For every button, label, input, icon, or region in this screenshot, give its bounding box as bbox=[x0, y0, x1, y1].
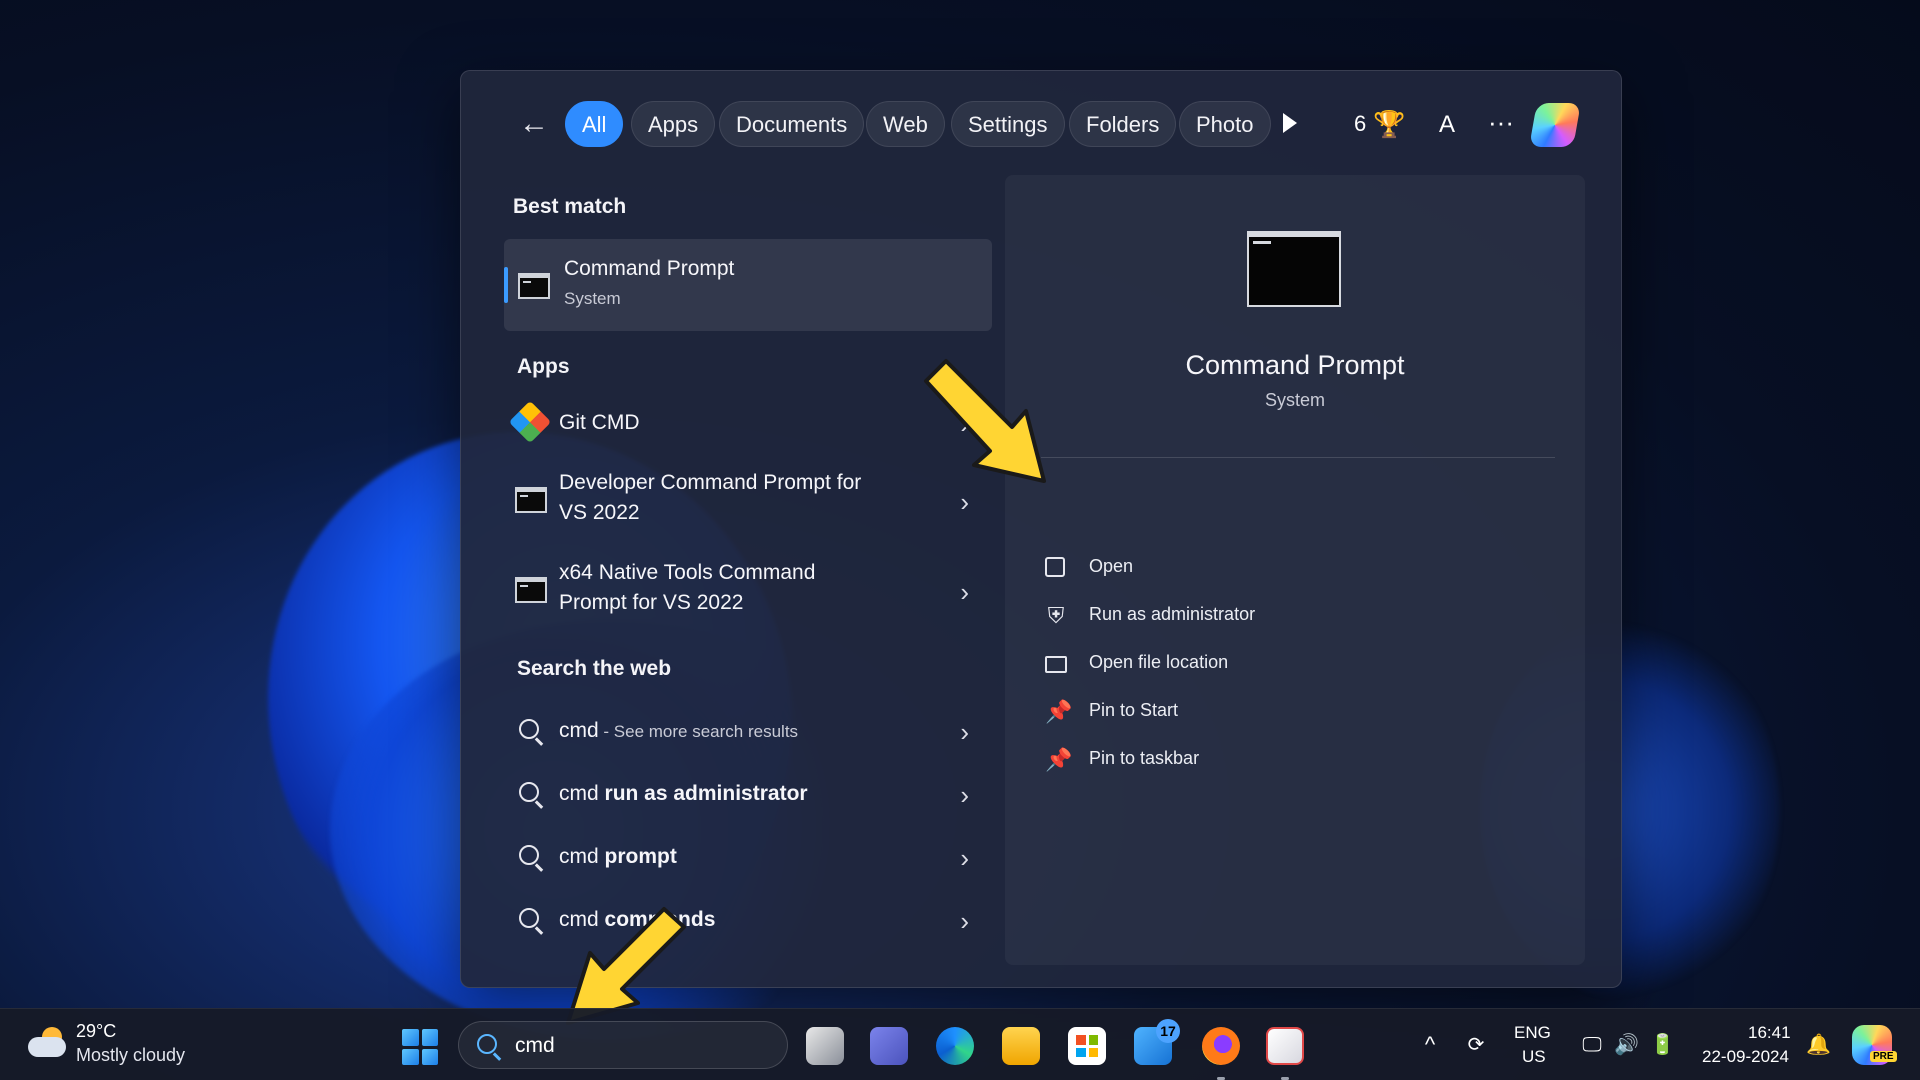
app-result-title-line2: Prompt for VS 2022 bbox=[559, 591, 744, 614]
result-detail-pane: Command Prompt System Open ⛨ Run as admi… bbox=[1005, 175, 1585, 965]
account-avatar[interactable]: A bbox=[1429, 107, 1465, 143]
filter-chip-photos[interactable]: Photo bbox=[1179, 101, 1271, 147]
action-label: Open file location bbox=[1089, 652, 1229, 672]
copilot-icon[interactable] bbox=[1529, 103, 1581, 147]
scroll-filters-play-icon[interactable] bbox=[1283, 113, 1297, 133]
git-icon bbox=[508, 400, 552, 444]
divider bbox=[1041, 457, 1555, 458]
search-icon bbox=[477, 1034, 497, 1054]
filter-chip-apps[interactable]: Apps bbox=[631, 101, 716, 147]
best-match-heading: Best match bbox=[513, 195, 627, 218]
file-explorer-icon[interactable] bbox=[1002, 1027, 1040, 1065]
chevron-right-icon[interactable]: › bbox=[960, 845, 969, 871]
annotation-arrow-to-open bbox=[924, 359, 1046, 483]
folder-icon bbox=[1045, 656, 1067, 673]
action-pin-to-taskbar[interactable]: 📌 Pin to taskbar bbox=[1045, 745, 1445, 775]
command-prompt-icon bbox=[518, 273, 550, 299]
search-icon bbox=[519, 782, 539, 802]
rewards-points[interactable]: 6 bbox=[1354, 101, 1366, 147]
best-match-subtitle: System bbox=[564, 289, 621, 308]
web-result-text: cmd - See more search results bbox=[559, 719, 799, 742]
filter-chip-web[interactable]: Web bbox=[866, 101, 945, 147]
app-result-git-cmd[interactable]: Git CMD › bbox=[508, 400, 987, 445]
back-button[interactable]: ← bbox=[517, 109, 551, 143]
search-icon bbox=[519, 845, 539, 865]
selection-indicator bbox=[504, 267, 508, 303]
filter-chip-settings[interactable]: Settings bbox=[951, 101, 1065, 147]
taskbar: 29°C Mostly cloudy cmd 17 ^ ⟳ ENG US 🖵 🔊… bbox=[0, 1008, 1920, 1080]
chevron-right-icon[interactable]: › bbox=[960, 579, 969, 605]
teams-icon[interactable] bbox=[870, 1027, 908, 1065]
search-icon bbox=[519, 908, 539, 928]
chevron-up-icon[interactable]: ^ bbox=[1418, 1033, 1442, 1057]
weather-condition[interactable]: Mostly cloudy bbox=[76, 1045, 185, 1066]
action-pin-to-start[interactable]: 📌 Pin to Start bbox=[1045, 697, 1445, 727]
search-icon bbox=[519, 719, 539, 739]
command-prompt-large-icon bbox=[1247, 231, 1341, 307]
clock-date[interactable]: 22-09-2024 bbox=[1702, 1047, 1789, 1067]
task-view-icon[interactable] bbox=[806, 1027, 844, 1065]
command-prompt-icon bbox=[515, 577, 547, 603]
app-result-title: Git CMD bbox=[559, 411, 640, 434]
web-result-see-more[interactable]: cmd - See more search results › bbox=[509, 709, 987, 753]
chevron-right-icon[interactable]: › bbox=[960, 719, 969, 745]
app-result-title: x64 Native Tools Command bbox=[559, 561, 816, 584]
chevron-right-icon[interactable]: › bbox=[960, 908, 969, 934]
detail-title: Command Prompt bbox=[1185, 350, 1405, 380]
notification-bell-icon[interactable]: 🔔 bbox=[1806, 1033, 1831, 1057]
search-web-heading: Search the web bbox=[517, 657, 672, 680]
action-label: Pin to taskbar bbox=[1089, 748, 1200, 768]
best-match-item[interactable]: Command Prompt System bbox=[504, 239, 992, 331]
pin-icon: 📌 bbox=[1045, 699, 1073, 724]
web-result-run-as-admin[interactable]: cmd run as administrator › bbox=[509, 772, 987, 816]
command-prompt-icon bbox=[515, 487, 547, 513]
action-label: Run as administrator bbox=[1089, 604, 1256, 624]
language-region[interactable]: US bbox=[1522, 1047, 1546, 1067]
app-result-x64-native-tools[interactable]: x64 Native Tools Command Prompt for VS 2… bbox=[509, 559, 987, 623]
action-label: Open bbox=[1089, 556, 1134, 576]
weather-cloudy-icon[interactable] bbox=[28, 1027, 66, 1057]
action-open[interactable]: Open bbox=[1045, 553, 1445, 583]
firefox-icon[interactable] bbox=[1202, 1027, 1240, 1065]
mail-unread-badge: 17 bbox=[1156, 1019, 1180, 1043]
action-open-file-location[interactable]: Open file location bbox=[1045, 649, 1445, 679]
start-search-panel: ← All Apps Documents Web Settings Folder… bbox=[460, 70, 1622, 988]
app-result-title-line2: VS 2022 bbox=[559, 501, 640, 524]
detail-subtitle: System bbox=[1264, 390, 1325, 410]
action-run-as-administrator[interactable]: ⛨ Run as administrator bbox=[1045, 601, 1445, 631]
copilot-preview-badge: PRE bbox=[1870, 1051, 1897, 1062]
web-result-prompt[interactable]: cmd prompt › bbox=[509, 835, 987, 879]
app-result-title: Developer Command Prompt for bbox=[559, 471, 862, 494]
clock-time[interactable]: 16:41 bbox=[1748, 1023, 1791, 1043]
windows-start-icon[interactable] bbox=[402, 1029, 438, 1065]
open-external-icon bbox=[1045, 557, 1065, 577]
battery-icon[interactable]: 🔋 bbox=[1650, 1033, 1675, 1057]
taskbar-search-box[interactable]: cmd bbox=[458, 1021, 788, 1069]
pin-icon: 📌 bbox=[1045, 747, 1073, 772]
sync-icon[interactable]: ⟳ bbox=[1464, 1033, 1488, 1057]
shield-admin-icon: ⛨ bbox=[1047, 603, 1065, 628]
apps-heading: Apps bbox=[517, 355, 570, 378]
language-indicator[interactable]: ENG bbox=[1514, 1023, 1551, 1043]
snipping-tool-icon[interactable] bbox=[1266, 1027, 1304, 1065]
edge-browser-icon[interactable] bbox=[936, 1027, 974, 1065]
taskbar-search-query[interactable]: cmd bbox=[515, 1034, 555, 1058]
best-match-title: Command Prompt bbox=[564, 257, 735, 280]
app-result-developer-command-prompt[interactable]: Developer Command Prompt for VS 2022 › bbox=[509, 469, 987, 533]
web-result-text: cmd prompt bbox=[559, 845, 677, 868]
network-icon[interactable]: 🖵 bbox=[1580, 1033, 1604, 1057]
web-result-text: cmd run as administrator bbox=[559, 782, 808, 805]
chevron-right-icon[interactable]: › bbox=[960, 782, 969, 808]
search-filter-bar: ← All Apps Documents Web Settings Folder… bbox=[461, 99, 1621, 151]
more-options-icon[interactable]: ··· bbox=[1483, 107, 1519, 143]
trophy-icon[interactable]: 🏆 bbox=[1373, 109, 1405, 139]
filter-chip-documents[interactable]: Documents bbox=[719, 101, 865, 147]
action-label: Pin to Start bbox=[1089, 700, 1179, 720]
microsoft-store-icon[interactable] bbox=[1068, 1027, 1106, 1065]
volume-icon[interactable]: 🔊 bbox=[1614, 1033, 1639, 1057]
weather-temperature[interactable]: 29°C bbox=[76, 1021, 116, 1042]
filter-chip-folders[interactable]: Folders bbox=[1069, 101, 1177, 147]
filter-chip-all[interactable]: All bbox=[565, 101, 624, 147]
